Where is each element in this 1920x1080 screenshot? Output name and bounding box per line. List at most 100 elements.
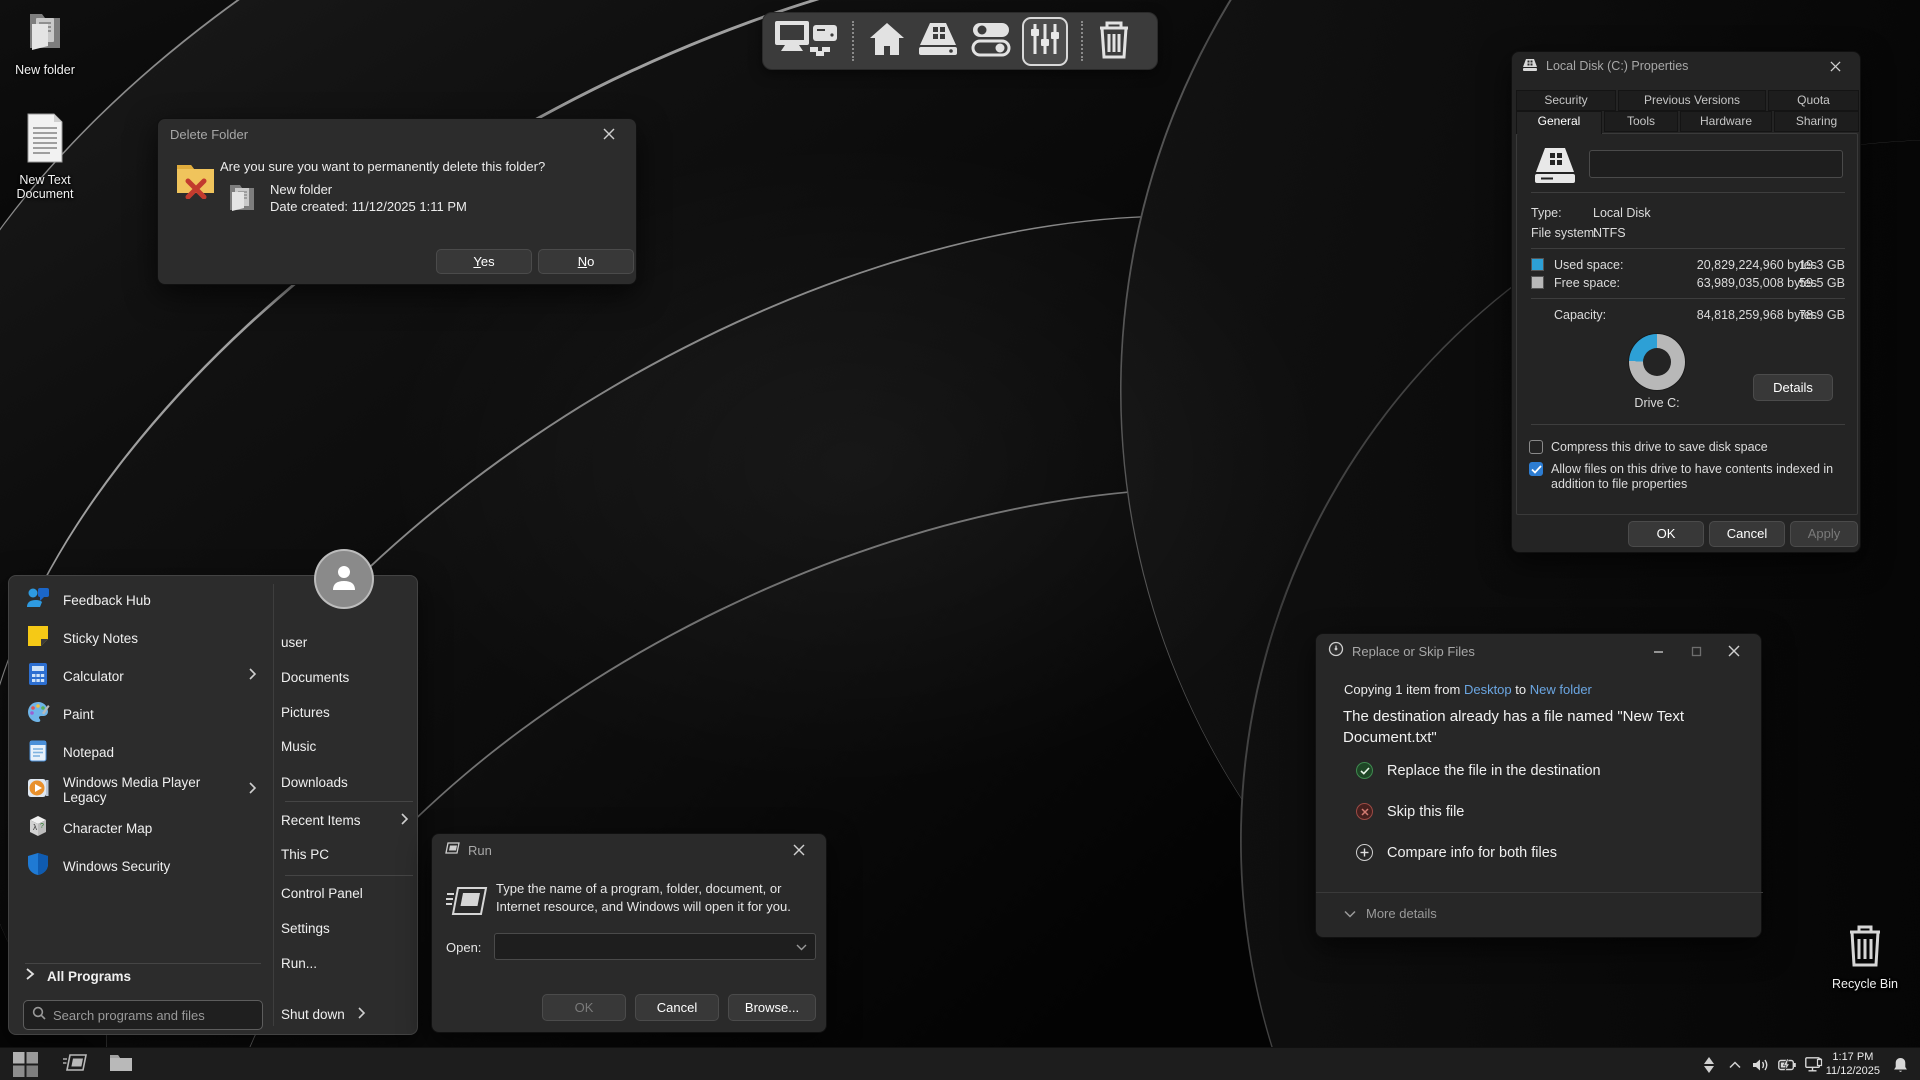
tab-quota[interactable]: Quota <box>1768 90 1859 111</box>
dock-toggles-button[interactable] <box>969 19 1013 64</box>
volume-label-input[interactable] <box>1589 150 1843 178</box>
all-programs-label: All Programs <box>47 968 132 984</box>
desktop-icon-recycle-bin[interactable]: Recycle Bin <box>1822 920 1908 991</box>
start-menu-item-sticky-notes[interactable]: Sticky Notes <box>17 619 267 657</box>
yes-button[interactable]: Yes <box>436 249 532 274</box>
menu-label: Settings <box>281 920 330 936</box>
tab-security[interactable]: Security <box>1516 90 1616 111</box>
start-menu-item-notepad[interactable]: Notepad <box>17 733 267 771</box>
start-menu-item-character-map[interactable]: λ? Character Map <box>17 809 267 847</box>
start-menu-pictures[interactable]: Pictures <box>281 697 413 727</box>
start-menu-run[interactable]: Run... <box>281 948 413 978</box>
capacity-gb: 78.9 GB <box>1799 308 1845 322</box>
cancel-button[interactable]: Cancel <box>1709 521 1785 547</box>
open-combobox[interactable] <box>494 933 816 960</box>
drive-caption: Drive C: <box>1634 396 1680 410</box>
apply-button[interactable]: Apply <box>1790 521 1858 547</box>
close-icon[interactable] <box>1719 639 1749 663</box>
run-small-icon <box>444 841 460 859</box>
cancel-button[interactable]: Cancel <box>635 994 719 1021</box>
start-menu-user-link[interactable]: user <box>281 627 413 657</box>
more-details-toggle[interactable]: More details <box>1344 906 1437 921</box>
home-icon <box>867 19 907 64</box>
copy-dest-link[interactable]: New folder <box>1530 682 1592 697</box>
dock-this-pc-button[interactable] <box>773 17 839 66</box>
start-menu-control-panel[interactable]: Control Panel <box>281 878 413 908</box>
start-menu-shut-down[interactable]: Shut down <box>281 999 413 1029</box>
start-menu-documents[interactable]: Documents <box>281 662 413 692</box>
ok-button[interactable]: OK <box>1628 521 1704 547</box>
delete-item-detail: Date created: 11/12/2025 1:11 PM <box>270 199 467 214</box>
start-menu-music[interactable]: Music <box>281 731 413 761</box>
start-button[interactable] <box>8 1048 42 1080</box>
maximize-icon[interactable] <box>1681 639 1711 663</box>
free-space-swatch <box>1531 276 1544 289</box>
compare-option[interactable]: Compare info for both files <box>1356 844 1557 861</box>
menu-label: Music <box>281 738 317 754</box>
notifications-bell-icon[interactable] <box>1886 1048 1914 1080</box>
network-icon[interactable] <box>1800 1048 1828 1080</box>
separator <box>1531 192 1845 193</box>
close-icon[interactable] <box>594 122 624 146</box>
tab-sharing[interactable]: Sharing <box>1774 111 1859 132</box>
taskbar: 1:17 PM 11/12/2025 <box>0 1047 1920 1080</box>
volume-icon[interactable] <box>1748 1048 1774 1080</box>
submenu-chevron-icon <box>400 812 409 829</box>
menu-label: This PC <box>281 846 330 862</box>
start-menu-search[interactable] <box>23 1000 263 1030</box>
start-menu-all-programs[interactable]: All Programs <box>17 960 267 992</box>
properties-tab-row-back: Security Previous Versions Quota <box>1516 90 1859 111</box>
compress-checkbox[interactable] <box>1529 440 1543 454</box>
start-menu-item-calculator[interactable]: Calculator <box>17 657 267 695</box>
dock-drive-button[interactable] <box>916 19 960 64</box>
start-menu-settings[interactable]: Settings <box>281 913 413 943</box>
disk-usage-donut-chart <box>1629 334 1685 390</box>
browse-button[interactable]: Browse... <box>728 994 816 1021</box>
start-menu-separator <box>285 801 413 802</box>
dock-home-button[interactable] <box>867 19 907 64</box>
taskbar-explorer-button[interactable] <box>104 1048 138 1080</box>
start-menu-item-wmp-legacy[interactable]: Windows Media Player Legacy <box>17 771 267 809</box>
svg-text:λ: λ <box>33 823 37 832</box>
tab-previous-versions[interactable]: Previous Versions <box>1618 90 1766 111</box>
capacity-bytes: 84,818,259,968 bytes <box>1696 308 1817 322</box>
tab-general[interactable]: General <box>1516 111 1602 134</box>
close-icon[interactable] <box>784 838 814 862</box>
tray-expand-chevron[interactable] <box>1724 1048 1746 1080</box>
delete-folder-dialog: Delete Folder Are you sure you want to p… <box>157 118 637 285</box>
start-menu-item-windows-security[interactable]: Windows Security <box>17 847 267 885</box>
desktop-icon-new-text-document[interactable]: New Text Document <box>2 112 88 201</box>
start-menu-this-pc[interactable]: This PC <box>281 839 413 869</box>
no-button[interactable]: No <box>538 249 634 274</box>
desktop-icon-new-folder[interactable]: New folder <box>2 8 88 77</box>
search-input[interactable] <box>53 1007 254 1023</box>
battery-icon[interactable] <box>1774 1048 1800 1080</box>
details-button[interactable]: Details <box>1753 374 1833 401</box>
index-checkbox[interactable] <box>1529 462 1543 476</box>
tray-scroll-arrows[interactable] <box>1700 1048 1718 1080</box>
start-menu-recent-items[interactable]: Recent Items <box>281 805 413 835</box>
run-dialog: Run Type the name of a program, folder, … <box>431 833 827 1033</box>
dock-trash-button[interactable] <box>1096 18 1132 65</box>
minimize-icon[interactable] <box>1643 639 1673 663</box>
start-menu-item-feedback-hub[interactable]: Feedback Hub <box>17 581 267 619</box>
skip-option[interactable]: Skip this file <box>1356 803 1464 820</box>
person-icon <box>327 560 361 599</box>
user-avatar[interactable] <box>314 549 374 609</box>
taskbar-run-button[interactable] <box>58 1048 92 1080</box>
start-menu-downloads[interactable]: Downloads <box>281 767 413 797</box>
ok-button[interactable]: OK <box>542 994 626 1021</box>
x-circle-icon <box>1356 803 1373 820</box>
dialog-title: Replace or Skip Files <box>1352 643 1475 659</box>
close-icon[interactable] <box>1820 54 1850 78</box>
tab-tools[interactable]: Tools <box>1604 111 1678 132</box>
windows-drive-icon <box>916 19 960 64</box>
clock-date: 11/12/2025 <box>1825 1064 1880 1077</box>
tab-hardware[interactable]: Hardware <box>1680 111 1772 132</box>
taskbar-clock[interactable]: 1:17 PM 11/12/2025 <box>1826 1051 1880 1078</box>
replace-option[interactable]: Replace the file in the destination <box>1356 762 1601 779</box>
dock-mixer-button[interactable] <box>1022 16 1068 66</box>
shield-icon <box>25 851 51 882</box>
copy-source-link[interactable]: Desktop <box>1464 682 1512 697</box>
start-menu-item-paint[interactable]: Paint <box>17 695 267 733</box>
